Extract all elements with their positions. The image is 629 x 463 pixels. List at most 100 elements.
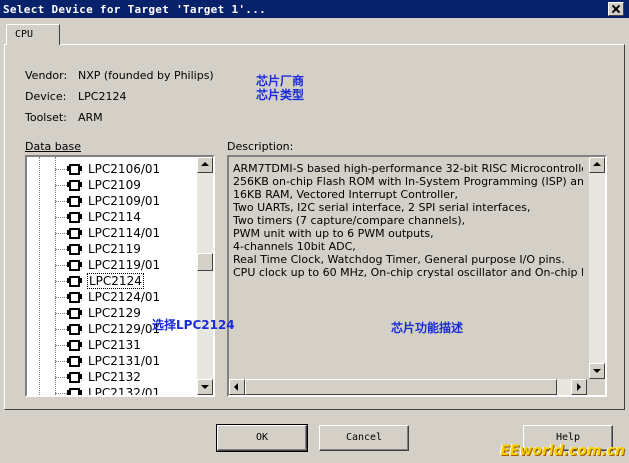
device-list-item[interactable]: LPC2114 [27,209,195,225]
device-list-item-label: LPC2124 [87,273,144,289]
tab-cpu[interactable]: CPU [6,24,60,45]
chip-icon [67,308,82,319]
device-list-item[interactable]: LPC2119/01 [27,257,195,273]
vendor-value: NXP (founded by Philips) [78,69,214,82]
scroll-up-icon[interactable] [197,157,213,173]
tree-connector [55,377,67,378]
annotation-function-desc: 芯片功能描述 [391,321,464,335]
device-list-item-label: LPC2124/01 [88,290,161,304]
cancel-button[interactable]: Cancel [319,425,409,451]
device-list-item-label: LPC2132 [88,370,141,384]
vendor-label: Vendor: [25,69,68,82]
window-title: Select Device for Target 'Target 1'... [3,3,267,16]
title-bar: Select Device for Target 'Target 1'... [0,0,629,18]
description-line: CPU clock up to 60 MHz, On-chip crystal … [233,266,583,279]
chip-icon [67,212,82,223]
description-line: PWM unit with up to 6 PWM outputs, [233,227,434,240]
scroll-right-icon[interactable] [571,379,587,395]
device-list-item-label: LPC2119/01 [88,258,161,272]
device-list-item-label: LPC2119 [88,242,141,256]
chip-icon [67,276,82,287]
annotation-chip-type: 芯片类型 [256,88,305,102]
description-line: 256KB on-chip Flash ROM with In-System P… [233,175,583,188]
device-list-item-label: LPC2129/01 [88,322,161,336]
device-list-item-label: LPC2114 [88,210,141,224]
vertical-scrollbar[interactable] [197,157,213,395]
ok-button[interactable]: OK [216,424,308,452]
tree-connector [55,393,67,394]
device-list-item[interactable]: LPC2119 [27,241,195,257]
annotation-select: 选择LPC2124 [152,318,235,332]
chip-icon [67,340,82,351]
tree-connector [55,313,67,314]
chip-icon [67,196,82,207]
device-list-item-label: LPC2131/01 [88,354,161,368]
device-list-item[interactable]: LPC2109/01 [27,193,195,209]
horizontal-scroll-thumb[interactable] [245,379,557,395]
description-vertical-scrollbar[interactable] [589,157,605,379]
chip-icon [67,228,82,239]
description-line: ARM7TDMI-S based high-performance 32-bit… [233,162,583,175]
chip-icon [67,260,82,271]
description-line: Real Time Clock, Watchdog Timer, General… [233,253,565,266]
scroll-down-icon[interactable] [197,379,213,395]
scroll-left-icon[interactable] [229,379,245,395]
chip-icon [67,356,82,367]
close-icon[interactable] [608,2,624,16]
device-list-item[interactable]: LPC2106/01 [27,161,195,177]
chip-icon [67,244,82,255]
description-horizontal-scrollbar[interactable] [229,379,587,395]
chip-icon [67,388,82,395]
device-list-item[interactable]: LPC2131 [27,337,195,353]
tree-connector [55,169,67,170]
desc-scroll-up-icon[interactable] [589,157,605,173]
toolset-value: ARM [78,111,103,124]
tree-connector [55,329,67,330]
chip-icon [67,180,82,191]
device-list-item-label: LPC2106/01 [88,162,161,176]
device-list-item-label: LPC2114/01 [88,226,161,240]
tree-connector [55,217,67,218]
device-list-item-label: LPC2132/01 [88,386,161,397]
tree-connector [55,249,67,250]
description-label: Description: [227,140,294,153]
device-label: Device: [25,90,67,103]
tree-connector [55,185,67,186]
description-line: Two UARTs, I2C serial interface, 2 SPI s… [233,201,531,214]
scroll-corner [589,379,605,395]
device-list-item-label: LPC2109 [88,178,141,192]
watermark: EEworld.com.cn [500,443,625,459]
description-text: ARM7TDMI-S based high-performance 32-bit… [233,162,583,279]
description-line: 4-channels 10bit ADC, [233,240,356,253]
device-list-item-label: LPC2109/01 [88,194,161,208]
device-tree-list[interactable]: LPC2106/01 LPC2109 LPC2109/01 LPC2114 LPC211… [25,155,215,397]
device-list-item-label: LPC2131 [88,338,141,352]
description-line: Two timers (7 capture/compare channels), [233,214,466,227]
device-list-item[interactable]: LPC2132 [27,369,195,385]
tree-connector [55,201,67,202]
tree-connector [55,281,67,282]
description-line: 16KB RAM, Vectored Interrupt Controller, [233,188,459,201]
tree-connector [55,345,67,346]
chip-icon [67,372,82,383]
device-list-item[interactable]: LPC2124 [27,273,195,289]
device-list-item[interactable]: LPC2114/01 [27,225,195,241]
device-list-item-label: LPC2129 [88,306,141,320]
tree-guide-line [39,157,40,395]
tree-guide-line [55,157,56,395]
toolset-label: Toolset: [25,111,67,124]
tree-connector [55,233,67,234]
tree-connector [55,265,67,266]
device-list-item[interactable]: LPC2109 [27,177,195,193]
chip-icon [67,324,82,335]
chip-icon [67,292,82,303]
device-list-item[interactable]: LPC2124/01 [27,289,195,305]
device-list-item[interactable]: LPC2132/01 [27,385,195,397]
database-label: Data base [25,140,81,153]
desc-scroll-down-icon[interactable] [589,363,605,379]
device-list-item[interactable]: LPC2131/01 [27,353,195,369]
chip-icon [67,164,82,175]
scroll-thumb[interactable] [197,253,213,271]
tree-connector [55,297,67,298]
tree-connector [55,361,67,362]
